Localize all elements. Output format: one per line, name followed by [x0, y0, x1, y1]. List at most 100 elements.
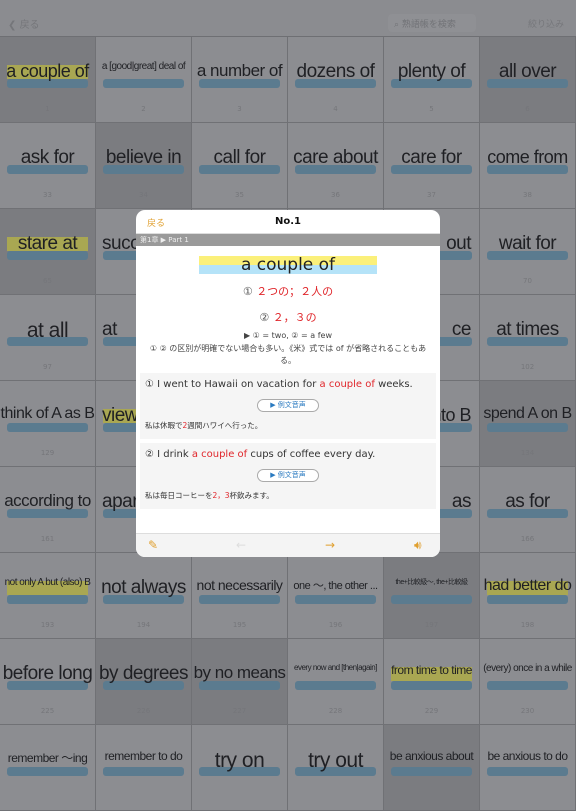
search-icon: ⌕	[394, 20, 402, 30]
breadcrumb: 第1章 ▶ Part 1	[136, 234, 440, 246]
search-input[interactable]: ⌕ 熟語帳を検索	[388, 14, 476, 32]
phrase-number: 228	[328, 707, 343, 715]
phrase-cell[interactable]: ask for 33	[0, 123, 96, 209]
phrase-cell[interactable]: every now and [then|again] 228	[288, 639, 384, 725]
phrase-cell[interactable]: from time to time 229	[384, 639, 480, 725]
phrase-cell[interactable]: the+比較級〜, the+比較級 197	[384, 553, 480, 639]
phrase-cell[interactable]: had better do 198	[480, 553, 576, 639]
phrase-cell[interactable]: try on	[192, 725, 288, 811]
phrase-cell[interactable]: care for 37	[384, 123, 480, 209]
underline-mark	[7, 595, 88, 604]
phrase-text: think of A as B	[0, 405, 95, 422]
phrase-text: care about	[293, 147, 378, 168]
phrase-text: wait for	[498, 233, 557, 254]
phrase-number: 129	[40, 449, 55, 457]
speaker-icon[interactable]: 🔊︎	[414, 538, 422, 553]
phrase-cell[interactable]: not always 194	[96, 553, 192, 639]
filter-button[interactable]: 絞り込み	[528, 17, 564, 30]
back-label: 戻る	[19, 20, 40, 31]
phrase-cell[interactable]: by degrees 226	[96, 639, 192, 725]
phrase-cell[interactable]: one 〜, the other ... 196	[288, 553, 384, 639]
phrase-text: from time to time	[391, 663, 472, 677]
phrase-cell[interactable]: be anxious to do	[480, 725, 576, 811]
phrase-text: not always	[101, 577, 186, 598]
phrase-text: not only A but (also) B	[4, 577, 91, 588]
example-1: ① I went to Hawaii on vacation for a cou…	[140, 373, 436, 439]
phrase-text: come from	[487, 147, 568, 167]
modal-title: No.1	[275, 216, 301, 227]
back-button[interactable]: ❮ 戻る	[8, 16, 40, 31]
meaning-marker: ①	[242, 285, 253, 298]
phrase-text: ask for	[20, 147, 75, 168]
phrase-cell[interactable]: spend A on B 134	[480, 381, 576, 467]
phrase-text: a [good|great] deal of	[101, 61, 186, 72]
phrase-cell[interactable]: stare at 65	[0, 209, 96, 295]
phrase-number: 65	[43, 277, 52, 285]
phrase-text: as for	[505, 491, 550, 512]
phrase-text: out	[446, 233, 471, 254]
underline-mark	[487, 767, 568, 776]
phrase-number: 229	[424, 707, 439, 715]
phrase-text: ce	[451, 319, 472, 340]
next-arrow-icon[interactable]: →	[325, 538, 335, 552]
phrase-number: 225	[40, 707, 55, 715]
meaning-text: ２つの；２人の	[256, 285, 334, 298]
underline-mark	[391, 681, 472, 690]
play-example-audio-button[interactable]: ▶ 例文音声	[257, 399, 319, 412]
phrase-text: be anxious about	[389, 749, 474, 763]
headword: a couple of	[136, 255, 440, 277]
phrase-cell[interactable]: come from 38	[480, 123, 576, 209]
highlighter-icon[interactable]: ✎	[148, 538, 158, 552]
phrase-cell[interactable]: according to 161	[0, 467, 96, 553]
phrase-cell[interactable]: (every) once in a while 230	[480, 639, 576, 725]
phrase-cell[interactable]: wait for 70	[480, 209, 576, 295]
phrase-text: at all	[26, 319, 69, 342]
phrase-text: remember 〜ing	[7, 751, 88, 765]
phrase-cell[interactable]: try out	[288, 725, 384, 811]
phrase-cell[interactable]: remember 〜ing	[0, 725, 96, 811]
underline-mark	[487, 681, 568, 690]
phrase-cell[interactable]: remember to do	[96, 725, 192, 811]
phrase-number: 70	[523, 277, 532, 285]
phrase-text: as	[451, 491, 472, 512]
phrase-number: 5	[429, 105, 434, 113]
phrase-number: 102	[520, 363, 535, 371]
top-bar: ❮ 戻る ⌕ 熟語帳を検索 絞り込み	[0, 0, 576, 37]
phrase-cell[interactable]: care about 36	[288, 123, 384, 209]
meaning-2: ② ２，３の	[136, 309, 440, 325]
phrase-number: 37	[427, 191, 436, 199]
underline-mark	[487, 423, 568, 432]
phrase-number: 134	[520, 449, 535, 457]
phrase-number: 196	[328, 621, 343, 629]
phrase-cell[interactable]: not necessarily 195	[192, 553, 288, 639]
phrase-cell[interactable]: not only A but (also) B 193	[0, 553, 96, 639]
phrase-cell[interactable]: a couple of 1	[0, 37, 96, 123]
phrase-cell[interactable]: all over 6	[480, 37, 576, 123]
phrase-text: plenty of	[397, 61, 466, 82]
phrase-cell[interactable]: dozens of 4	[288, 37, 384, 123]
phrase-cell[interactable]: as for 166	[480, 467, 576, 553]
phrase-number: 38	[523, 191, 532, 199]
underline-mark	[295, 595, 376, 604]
play-example-audio-button[interactable]: ▶ 例文音声	[257, 469, 319, 482]
underline-mark	[7, 423, 88, 432]
phrase-text: (every) once in a while	[483, 663, 572, 674]
modal-toolbar: ✎ ← → 🔊︎	[136, 533, 440, 557]
phrase-text: before long	[2, 663, 93, 684]
phrase-cell[interactable]: a number of 3	[192, 37, 288, 123]
underline-mark	[7, 767, 88, 776]
phrase-cell[interactable]: at times 102	[480, 295, 576, 381]
phrase-cell[interactable]: a [good|great] deal of 2	[96, 37, 192, 123]
phrase-text: the+比較級〜, the+比較級	[395, 579, 468, 586]
phrase-cell[interactable]: believe in 34	[96, 123, 192, 209]
phrase-cell[interactable]: plenty of 5	[384, 37, 480, 123]
underline-mark	[199, 595, 280, 604]
previous-arrow-icon[interactable]: ←	[236, 538, 246, 552]
phrase-cell[interactable]: call for 35	[192, 123, 288, 209]
phrase-cell[interactable]: by no means 227	[192, 639, 288, 725]
phrase-text: all over	[498, 61, 557, 82]
phrase-cell[interactable]: at all 97	[0, 295, 96, 381]
phrase-cell[interactable]: be anxious about	[384, 725, 480, 811]
phrase-cell[interactable]: think of A as B 129	[0, 381, 96, 467]
phrase-cell[interactable]: before long 225	[0, 639, 96, 725]
